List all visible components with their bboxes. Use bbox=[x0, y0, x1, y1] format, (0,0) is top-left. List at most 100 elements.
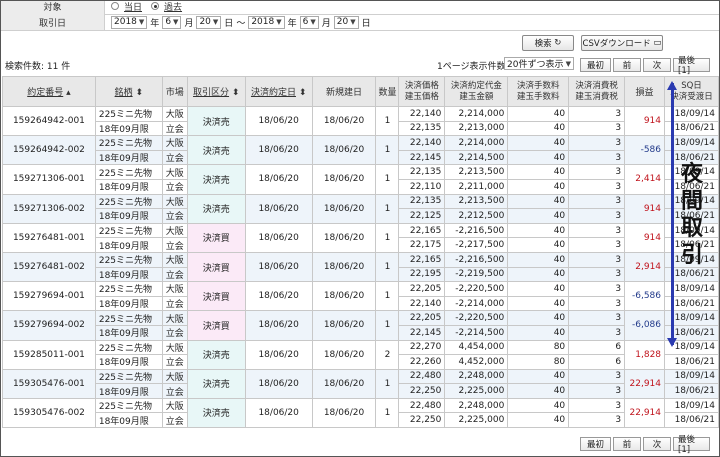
settle-date-cell: 18/06/20 bbox=[244, 222, 313, 253]
radio-past[interactable] bbox=[151, 2, 160, 10]
settle-amount-cell: 2,248,000 bbox=[444, 397, 509, 414]
new-date-cell: 18/06/20 bbox=[311, 222, 377, 253]
order-no-cell: 159279694-002 bbox=[2, 310, 96, 341]
market-line2-cell: 立会 bbox=[161, 354, 188, 370]
pl-cell: -6,586 bbox=[624, 281, 666, 312]
position-amount-cell: -2,214,500 bbox=[444, 324, 509, 341]
settle-fee-cell: 40 bbox=[507, 164, 570, 180]
qty-cell: 1 bbox=[375, 281, 400, 312]
to-month-select[interactable]: 6 ▼ bbox=[299, 15, 319, 29]
market-line1-cell: 大阪 bbox=[161, 339, 188, 356]
chevron-down-icon: ▼ bbox=[310, 18, 316, 26]
header-order-no[interactable]: 約定番号 ▴ bbox=[2, 76, 96, 107]
radio-today[interactable] bbox=[111, 2, 119, 10]
new-date-cell: 18/06/20 bbox=[311, 310, 377, 341]
header-name[interactable]: 銘柄 ⬍ bbox=[94, 76, 163, 107]
settle-tax-cell: 3 bbox=[568, 106, 626, 122]
settle-date-cell: 18/06/20 bbox=[244, 281, 313, 312]
year-unit: 年 bbox=[287, 18, 297, 29]
position-tax-cell: 3 bbox=[568, 412, 626, 429]
settle-date-cell: 18/06/20 bbox=[244, 164, 313, 195]
settle-date-cell: 18/06/20 bbox=[244, 397, 313, 429]
market-line1-cell: 大阪 bbox=[161, 222, 188, 239]
kubun-cell: 決済売 bbox=[186, 193, 246, 224]
kubun-cell: 決済売 bbox=[186, 339, 246, 370]
per-page-select[interactable]: 20件ずつ表示 ▼ bbox=[504, 57, 574, 70]
new-date-cell: 18/06/20 bbox=[311, 281, 377, 312]
pl-cell: 914 bbox=[624, 222, 666, 253]
new-date-cell: 18/06/20 bbox=[311, 164, 377, 195]
kubun-cell: 決済売 bbox=[186, 397, 246, 429]
kubun-cell: 決済買 bbox=[186, 281, 246, 312]
settle-fee-cell: 80 bbox=[507, 339, 570, 356]
from-month-select[interactable]: 6 ▼ bbox=[162, 15, 182, 29]
search-button[interactable]: 検索 ↻ bbox=[522, 35, 574, 51]
order-no-cell: 159285011-001 bbox=[2, 339, 96, 370]
pager-first-button[interactable]: 最初 bbox=[580, 437, 611, 451]
name-line2-cell: 18年09月限 bbox=[94, 208, 163, 224]
pager-next-button[interactable]: 次 bbox=[643, 437, 671, 451]
table-row: 159271306-001 225ミニ先物 大阪 決済売 18/06/20 18… bbox=[2, 164, 719, 195]
pager-last-button[interactable]: 最後[1] bbox=[673, 56, 710, 76]
chevron-down-icon: ▼ bbox=[565, 59, 571, 68]
market-line2-cell: 立会 bbox=[161, 237, 188, 253]
annotation-char: 引 bbox=[680, 243, 703, 268]
header-amount: 決済約定代金 建玉金額 bbox=[444, 76, 509, 107]
pager-first-button[interactable]: 最初 bbox=[580, 58, 611, 72]
to-year-select[interactable]: 2018 ▼ bbox=[248, 15, 285, 29]
from-day-select[interactable]: 20 ▼ bbox=[196, 15, 222, 29]
table-row: 159279694-001 225ミニ先物 大阪 決済買 18/06/20 18… bbox=[2, 281, 719, 312]
pl-cell: -6,086 bbox=[624, 310, 666, 341]
to-day-select[interactable]: 20 ▼ bbox=[333, 15, 359, 29]
pager-prev-button[interactable]: 前 bbox=[613, 437, 641, 451]
settle-tax-cell: 3 bbox=[568, 397, 626, 414]
qty-cell: 1 bbox=[375, 105, 400, 137]
settle-amount-cell: 2,213,500 bbox=[444, 193, 509, 210]
pl-cell: 22,914 bbox=[624, 368, 666, 399]
position-fee-cell: 40 bbox=[507, 178, 570, 195]
market-line1-cell: 大阪 bbox=[161, 106, 188, 122]
refresh-icon: ↻ bbox=[554, 38, 562, 48]
pager-next-button[interactable]: 次 bbox=[643, 58, 671, 72]
csv-download-button[interactable]: CSVダウンロード ▭ bbox=[581, 35, 663, 51]
order-no-cell: 159279694-001 bbox=[2, 281, 96, 312]
settle-price-cell: 22,205 bbox=[398, 281, 446, 297]
settle-fee-cell: 40 bbox=[507, 368, 570, 385]
day-unit: 日 bbox=[224, 18, 234, 29]
position-tax-cell: 3 bbox=[568, 120, 626, 137]
settle-price-cell: 22,135 bbox=[398, 193, 446, 210]
position-tax-cell: 3 bbox=[568, 178, 626, 195]
date-filter-row: 取引日 2018 ▼ 年 6 ▼ 月 20 ▼ 日 ～ 2018 ▼ 年 6 ▼ 月 20… bbox=[1, 14, 719, 31]
name-line1-cell: 225ミニ先物 bbox=[94, 164, 163, 180]
position-amount-cell: 2,213,000 bbox=[444, 120, 509, 137]
settle-fee-cell: 40 bbox=[507, 310, 570, 326]
order-no-cell: 159264942-001 bbox=[2, 105, 96, 137]
radio-today-label[interactable]: 当日 bbox=[124, 1, 142, 13]
chevron-down-icon: ▼ bbox=[212, 18, 219, 26]
from-year-select[interactable]: 2018 ▼ bbox=[111, 15, 148, 29]
settle-fee-cell: 40 bbox=[507, 281, 570, 297]
header-kubun[interactable]: 取引区分 ⬍ bbox=[186, 76, 246, 107]
chevron-down-icon: ▼ bbox=[350, 18, 356, 26]
header-settle-date[interactable]: 決済約定日 ⬍ bbox=[244, 76, 313, 107]
table-header-row: 約定番号 ▴ 銘柄 ⬍ 市場 取引区分 ⬍ 決済約定日 ⬍ 新規建日 数量 決済… bbox=[2, 76, 719, 107]
market-line1-cell: 大阪 bbox=[161, 368, 188, 385]
range-tilde: ～ bbox=[236, 18, 246, 29]
radio-past-label[interactable]: 過去 bbox=[164, 1, 182, 13]
settle-tax-cell: 3 bbox=[568, 281, 626, 297]
settle-fee-cell: 40 bbox=[507, 251, 570, 268]
position-tax-cell: 3 bbox=[568, 383, 626, 399]
settle-date-cell: 18/06/20 bbox=[244, 105, 313, 137]
order-no-cell: 159271306-001 bbox=[2, 164, 96, 195]
position-price-cell: 22,195 bbox=[398, 266, 446, 283]
position-amount-cell: 2,212,500 bbox=[444, 208, 509, 224]
settle-tax-cell: 6 bbox=[568, 339, 626, 356]
pager-prev-button[interactable]: 前 bbox=[613, 58, 641, 72]
market-line1-cell: 大阪 bbox=[161, 164, 188, 180]
market-line2-cell: 立会 bbox=[161, 383, 188, 399]
name-line2-cell: 18年09月限 bbox=[94, 383, 163, 399]
market-line2-cell: 立会 bbox=[161, 149, 188, 166]
position-amount-cell: -2,214,000 bbox=[444, 295, 509, 312]
pl-cell: 1,828 bbox=[624, 339, 666, 370]
pager-last-button[interactable]: 最後[1] bbox=[673, 435, 710, 455]
